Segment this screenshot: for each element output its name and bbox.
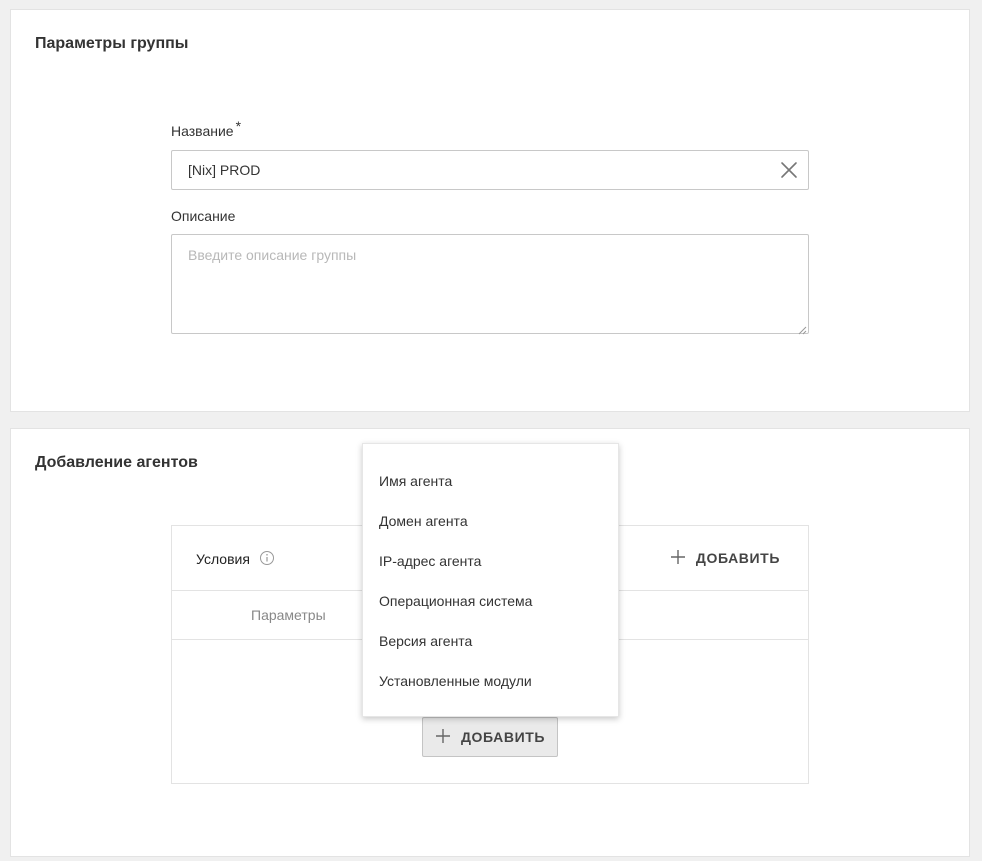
required-mark: *: [235, 118, 242, 134]
dropdown-item-installed-modules[interactable]: Установленные модули: [363, 661, 618, 701]
resize-grip-icon[interactable]: [797, 322, 807, 335]
add-condition-link[interactable]: ДОБАВИТЬ: [670, 547, 780, 569]
plus-icon: [670, 549, 686, 568]
group-params-card: Параметры группы Название* Описание: [10, 9, 970, 412]
description-label: Описание: [171, 208, 236, 224]
dropdown-item-agent-domain[interactable]: Домен агента: [363, 501, 618, 541]
dropdown-item-agent-name[interactable]: Имя агента: [363, 461, 618, 501]
dropdown-item-agent-version[interactable]: Версия агента: [363, 621, 618, 661]
add-condition-button[interactable]: ДОБАВИТЬ: [422, 717, 558, 757]
condition-type-dropdown: Имя агента Домен агента IP-адрес агента …: [362, 443, 619, 717]
dropdown-item-agent-ip[interactable]: IP-адрес агента: [363, 541, 618, 581]
description-input[interactable]: [171, 234, 809, 334]
column-params: Параметры: [251, 607, 326, 623]
add-button-label: ДОБАВИТЬ: [460, 729, 546, 745]
plus-icon: [435, 728, 451, 747]
name-label-text: Название: [171, 123, 234, 139]
conditions-title: Условия: [196, 551, 250, 567]
agents-title: Добавление агентов: [35, 454, 198, 471]
group-params-title: Параметры группы: [35, 35, 189, 52]
add-link-label: ДОБАВИТЬ: [695, 550, 780, 566]
dropdown-item-os[interactable]: Операционная система: [363, 581, 618, 621]
info-icon[interactable]: [259, 550, 275, 566]
close-icon[interactable]: [777, 158, 801, 182]
name-input[interactable]: [171, 150, 809, 190]
name-label: Название *: [171, 118, 241, 139]
